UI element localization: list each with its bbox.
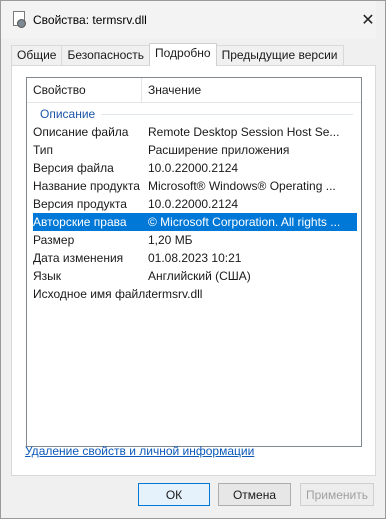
list-item[interactable]: Версия файла 10.0.22000.2124 — [33, 159, 357, 177]
ok-button[interactable]: ОК — [138, 483, 210, 506]
property-value: 10.0.22000.2124 — [148, 161, 239, 175]
property-name: Авторские права — [33, 215, 127, 229]
property-value: © Microsoft Corporation. All rights ... — [148, 215, 341, 229]
title-bar[interactable]: Свойства: termsrv.dll — [1, 1, 376, 39]
file-gear-icon — [11, 11, 27, 29]
list-item[interactable]: Название продукта Microsoft® Windows® Op… — [33, 177, 357, 195]
column-header-value[interactable]: Значение — [142, 78, 361, 102]
property-value: termsrv.dll — [148, 287, 203, 301]
group-header-description: Описание — [27, 105, 361, 123]
list-header: Свойство Значение — [27, 78, 361, 103]
property-value: 10.0.22000.2124 — [148, 197, 239, 211]
column-header-property[interactable]: Свойство — [27, 78, 142, 102]
property-value: Microsoft® Windows® Operating ... — [148, 179, 336, 193]
tab-strip: Общие Безопасность Подробно Предыдущие в… — [11, 43, 344, 66]
property-name: Исходное имя файла — [33, 287, 148, 301]
list-item[interactable]: Язык Английский (США) — [33, 267, 357, 285]
close-button[interactable]: ✕ — [355, 7, 381, 33]
property-name: Версия файла — [33, 161, 114, 175]
property-value: 1,20 МБ — [148, 233, 193, 247]
property-name: Название продукта — [33, 179, 140, 193]
property-name: Тип — [33, 143, 54, 157]
property-name: Язык — [33, 269, 62, 283]
list-item[interactable]: Описание файла Remote Desktop Session Ho… — [33, 123, 357, 141]
list-item-selected[interactable]: Авторские права © Microsoft Corporation.… — [33, 213, 357, 231]
remove-properties-link[interactable]: Удаление свойств и личной информации — [25, 444, 254, 458]
list-item[interactable]: Версия продукта 10.0.22000.2124 — [33, 195, 357, 213]
list-item[interactable]: Исходное имя файла termsrv.dll — [33, 285, 357, 303]
group-label: Описание — [40, 107, 96, 121]
property-value: Расширение приложения — [148, 143, 290, 157]
tab-details[interactable]: Подробно — [149, 43, 217, 66]
cancel-button[interactable]: Отмена — [218, 483, 291, 506]
tab-security[interactable]: Безопасность — [61, 45, 151, 66]
properties-dialog: Свойства: termsrv.dll ✕ Общие Безопаснос… — [0, 0, 386, 519]
list-item[interactable]: Тип Расширение приложения — [33, 141, 357, 159]
list-item[interactable]: Размер 1,20 МБ — [33, 231, 357, 249]
property-name: Размер — [33, 233, 75, 247]
tab-previous-versions[interactable]: Предыдущие версии — [215, 45, 344, 66]
tab-general[interactable]: Общие — [11, 45, 63, 66]
details-list[interactable]: Свойство Значение Описание Описание файл… — [26, 77, 362, 447]
property-name: Дата изменения — [33, 251, 124, 265]
property-value: Английский (США) — [148, 269, 251, 283]
window-title: Свойства: termsrv.dll — [33, 13, 147, 27]
property-name: Описание файла — [33, 125, 129, 139]
property-name: Версия продукта — [33, 197, 127, 211]
close-icon: ✕ — [361, 12, 375, 29]
details-panel: Свойство Значение Описание Описание файл… — [11, 65, 376, 476]
list-item[interactable]: Дата изменения 01.08.2023 10:21 — [33, 249, 357, 267]
group-divider — [101, 113, 353, 115]
property-value: 01.08.2023 10:21 — [148, 251, 242, 265]
property-value: Remote Desktop Session Host Se... — [148, 125, 340, 139]
apply-button[interactable]: Применить — [300, 483, 374, 506]
